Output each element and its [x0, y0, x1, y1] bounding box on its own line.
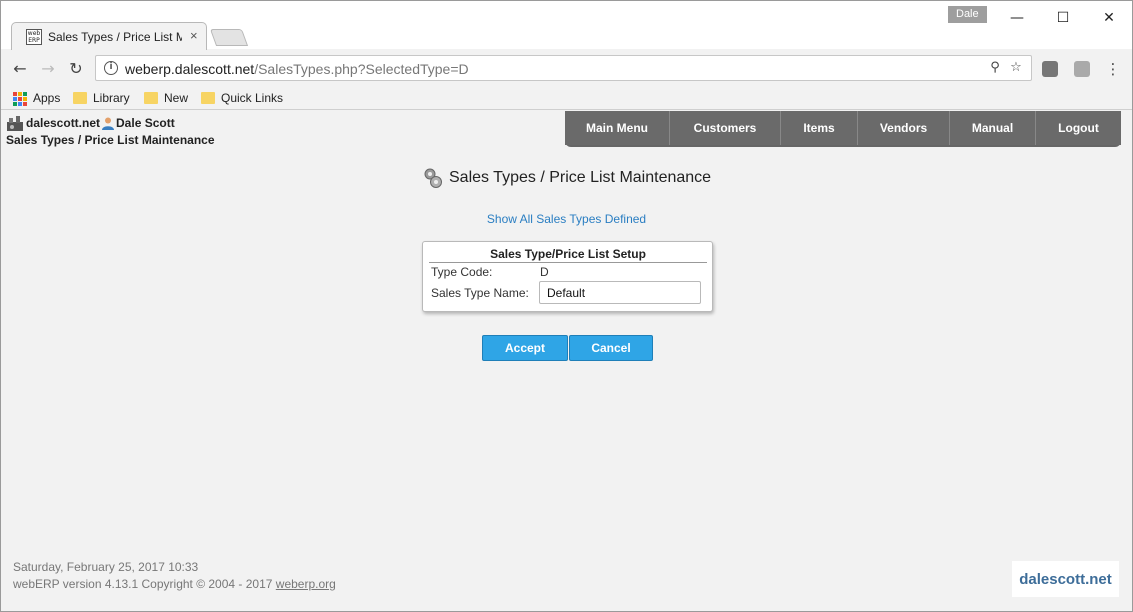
tab-title: Sales Types / Price List M — [48, 30, 182, 44]
bookmark-star-icon[interactable]: ☆ — [1007, 59, 1025, 77]
user-name: Dale Scott — [116, 116, 175, 130]
bookmark-quick-links[interactable]: Quick Links — [201, 89, 283, 107]
bookmarks-bar: Apps Library New Quick Links — [1, 86, 1132, 110]
nav-manual[interactable]: Manual — [950, 111, 1036, 145]
browser-tab[interactable]: web ERP Sales Types / Price List M × — [11, 22, 207, 50]
apps-grid-dot — [18, 91, 22, 96]
footer: Saturday, February 25, 2017 10:33 webERP… — [13, 559, 336, 593]
bookmark-label: Quick Links — [221, 91, 284, 105]
setup-heading: Sales Type/Price List Setup — [429, 247, 707, 263]
title-bar: web ERP Sales Types / Price List M × Dal… — [1, 1, 1132, 50]
page-title: Sales Types / Price List Maintenance — [423, 167, 711, 189]
apps-grid-dot — [23, 91, 27, 96]
gears-icon — [423, 167, 443, 189]
maximize-icon[interactable]: ☐ — [1040, 5, 1086, 31]
folder-icon — [144, 91, 158, 104]
folder-icon — [73, 91, 87, 104]
nav-logout[interactable]: Logout — [1036, 111, 1121, 145]
type-code-value: D — [540, 265, 549, 279]
url-host: weberp.dalescott.net — [125, 61, 255, 77]
company-icon — [6, 115, 24, 132]
zoom-icon[interactable]: ⚲ — [986, 59, 1004, 77]
weberp-favicon-icon: web ERP — [26, 29, 42, 45]
user-icon — [101, 116, 115, 130]
breadcrumb: Sales Types / Price List Maintenance — [6, 133, 215, 147]
accept-button[interactable]: Accept — [482, 335, 568, 361]
apps-grid-dot — [18, 96, 22, 101]
bookmark-label: New — [164, 91, 189, 105]
header-info: dalescott.net Dale Scott Sales Types / P… — [6, 114, 215, 147]
apps-grid-dot — [18, 101, 22, 106]
sales-type-name-label: Sales Type Name: — [431, 286, 529, 300]
company-user-line: dalescott.net Dale Scott — [6, 114, 215, 132]
apps-grid-dot — [13, 91, 17, 96]
apps-grid-dot — [13, 96, 17, 101]
site-info-icon[interactable]: i — [104, 61, 118, 75]
nav-items[interactable]: Items — [781, 111, 858, 145]
browser-menu-icon[interactable]: ⋮ — [1105, 59, 1121, 79]
bookmark-library[interactable]: Library — [73, 89, 130, 107]
footer-version-text: webERP version 4.13.1 Copyright © 2004 -… — [13, 577, 273, 591]
apps-grid-icon — [13, 91, 27, 106]
extension-icon[interactable] — [1074, 61, 1090, 77]
forward-arrow-icon[interactable]: → — [37, 58, 59, 80]
address-bar[interactable]: i weberp.dalescott.net/SalesTypes.php?Se… — [95, 55, 1032, 81]
profile-badge[interactable]: Dale — [948, 6, 987, 23]
nav-main-menu[interactable]: Main Menu — [565, 111, 670, 145]
cancel-button[interactable]: Cancel — [569, 335, 653, 361]
footer-datetime: Saturday, February 25, 2017 10:33 — [13, 560, 199, 574]
tab-close-icon[interactable]: × — [190, 28, 198, 43]
apps-grid-dot — [23, 101, 27, 106]
company-name: dalescott.net — [26, 116, 101, 130]
bookmark-label: Apps — [33, 91, 61, 105]
nav-customers[interactable]: Customers — [670, 111, 781, 145]
weberp-link[interactable]: weberp.org — [276, 577, 336, 591]
dalescott-logo: dalescott.net — [1012, 561, 1119, 597]
show-all-sales-types-link[interactable]: Show All Sales Types Defined — [1, 212, 1132, 226]
close-window-icon[interactable]: ✕ — [1086, 5, 1132, 31]
sales-type-name-input[interactable] — [539, 281, 701, 304]
page-title-text: Sales Types / Price List Maintenance — [449, 169, 712, 186]
minimize-icon[interactable]: — — [994, 5, 1040, 31]
extension-icon[interactable] — [1042, 61, 1058, 77]
apps-grid-dot — [23, 96, 27, 101]
bookmark-new[interactable]: New — [144, 89, 188, 107]
nav-vendors[interactable]: Vendors — [858, 111, 950, 145]
browser-toolbar: ← → ↻ i weberp.dalescott.net/SalesTypes.… — [1, 50, 1132, 86]
footer-version: webERP version 4.13.1 Copyright © 2004 -… — [13, 576, 336, 593]
sales-type-setup-panel: Sales Type/Price List Setup Type Code: D… — [422, 241, 713, 312]
page-content: dalescott.net Dale Scott Sales Types / P… — [1, 111, 1132, 611]
new-tab-button[interactable] — [209, 29, 249, 46]
folder-icon — [201, 91, 215, 104]
url-text[interactable]: weberp.dalescott.net/SalesTypes.php?Sele… — [125, 61, 469, 77]
back-arrow-icon[interactable]: ← — [9, 58, 31, 80]
type-code-label: Type Code: — [431, 265, 493, 279]
bookmark-label: Library — [93, 91, 130, 105]
bookmark-apps[interactable]: Apps — [13, 89, 60, 107]
main-navigation: Main Menu Customers Items Vendors Manual… — [565, 111, 1121, 147]
reload-icon[interactable]: ↻ — [65, 58, 87, 80]
browser-window: web ERP Sales Types / Price List M × Dal… — [0, 0, 1133, 612]
url-path: /SalesTypes.php?SelectedType=D — [254, 61, 469, 77]
apps-grid-dot — [13, 101, 17, 106]
